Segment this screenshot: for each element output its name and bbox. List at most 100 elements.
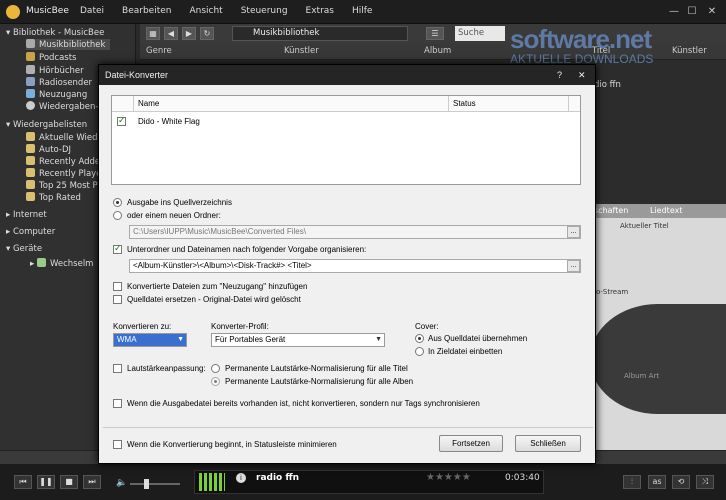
sidebar-item-radio[interactable]: Radiosender (26, 77, 92, 88)
minimize-icon[interactable]: — (666, 5, 682, 19)
sidebar-item-podcasts[interactable]: Podcasts (26, 52, 77, 63)
repeat-icon[interactable]: ⟲ (672, 475, 690, 489)
sidebar-item-music-library[interactable]: Musikbibliothek (26, 39, 110, 50)
menu-bearbeiten[interactable]: Bearbeiten (122, 6, 171, 16)
app-title: MusicBee (26, 6, 69, 16)
dialog-body: Name Status Dido - White Flag Ausgabe in… (103, 85, 593, 461)
output-new-folder-radio[interactable] (113, 211, 122, 220)
stop-icon[interactable]: ■ (60, 475, 78, 489)
grid-view-icon[interactable]: ▦ (146, 27, 160, 40)
column-status[interactable]: Status (448, 96, 480, 111)
tree-playlists-header[interactable]: ▾ Wiedergabelisten (6, 120, 87, 130)
tab-properties[interactable]: schaften (594, 206, 628, 215)
output-path-field[interactable]: C:\Users\IUPP\Music\MusicBee\Converted F… (129, 225, 581, 239)
playlist-item[interactable]: Aktuelle Wied (26, 132, 98, 143)
continue-button[interactable]: Fortsetzen (439, 435, 503, 452)
view-mode-icon[interactable]: ☰ (426, 27, 444, 40)
shuffle-icon[interactable]: ⤨ (696, 475, 714, 489)
playlist-item[interactable]: Recently Adde (26, 156, 100, 167)
column-album[interactable]: Album (424, 46, 451, 56)
cover-from-source-radio[interactable] (415, 334, 424, 343)
dialog-divider (103, 427, 593, 428)
playlist-item[interactable]: Auto-DJ (26, 144, 71, 155)
title-bar: MusicBee Datei Bearbeiten Ansicht Steuer… (0, 0, 726, 24)
normalize-albums-radio[interactable] (211, 377, 220, 386)
equalizer-icon[interactable]: ⫶ (623, 475, 641, 489)
current-title-label: Aktueller Titel (620, 222, 669, 230)
file-row-name[interactable]: Dido - White Flag (138, 117, 200, 126)
now-playing-station: radio ffn (256, 473, 300, 483)
column-genre[interactable]: Genre (146, 46, 172, 56)
playlist-item[interactable]: Top 25 Most P (26, 180, 98, 191)
cover-label: Cover: (415, 322, 439, 331)
volume-handle[interactable] (144, 479, 149, 489)
browse-pattern-button[interactable]: ... (567, 260, 580, 272)
output-source-radio[interactable] (113, 198, 122, 207)
menu-ansicht[interactable]: Ansicht (189, 6, 222, 16)
radio-icon (26, 77, 35, 86)
convert-to-label: Konvertieren zu: (113, 322, 172, 331)
clock-icon (26, 101, 35, 110)
forward-icon[interactable]: ▶ (182, 27, 196, 40)
close-button[interactable]: Schließen (515, 435, 581, 452)
tree-internet[interactable]: ▸ Internet (6, 210, 47, 220)
sidebar-item-history[interactable]: Wiedergaben- (26, 101, 98, 112)
menu-bar: Datei Bearbeiten Ansicht Steuerung Extra… (80, 6, 372, 16)
close-icon[interactable]: ✕ (578, 65, 586, 85)
info-icon[interactable]: i (236, 473, 246, 483)
now-playing-display (194, 470, 544, 494)
right-panel-tabs: schaften Liedtext (590, 204, 726, 218)
volume-adjust-checkbox[interactable] (113, 364, 122, 373)
tab-lyrics[interactable]: Liedtext (650, 206, 682, 215)
time-display: 0:03:40 (505, 473, 540, 483)
sidebar-item-inbox[interactable]: Neuzugang (26, 89, 87, 100)
maximize-icon[interactable]: ☐ (684, 5, 700, 19)
library-icon (26, 39, 35, 48)
browse-output-button[interactable]: ... (567, 226, 580, 238)
next-icon[interactable]: ⏭ (83, 475, 101, 489)
cover-embed-radio[interactable] (415, 347, 424, 356)
device-item[interactable]: ▸ Wechselm (30, 258, 93, 269)
close-window-icon[interactable]: ✕ (704, 5, 720, 19)
tree-library-header[interactable]: ▾ Bibliothek - MusicBee (6, 28, 104, 38)
format-select[interactable]: WMA ▼ (113, 333, 187, 347)
playlist-item[interactable]: Recently Playe (26, 168, 101, 179)
back-icon[interactable]: ◀ (164, 27, 178, 40)
rating-stars[interactable]: ★★★★★ (426, 472, 471, 483)
add-inbox-checkbox[interactable] (113, 282, 122, 291)
profile-select[interactable]: Für Portables Gerät ▼ (211, 333, 385, 347)
normalize-tracks-radio[interactable] (211, 364, 220, 373)
inbox-icon (26, 89, 35, 98)
volume-icon[interactable]: 🔈 (116, 478, 127, 488)
organize-pattern-field[interactable]: <Album-Künstler>\<Album>\<Disk-Track#> <… (129, 259, 581, 273)
column-name[interactable]: Name (138, 99, 159, 108)
column-artist[interactable]: Künstler (284, 46, 319, 56)
volume-slider[interactable] (130, 483, 180, 485)
column-artist-2[interactable]: Künstler (672, 46, 707, 56)
menu-extras[interactable]: Extras (306, 6, 334, 16)
dialog-title: Datei-Konverter ? ✕ (99, 65, 595, 85)
menu-steuerung[interactable]: Steuerung (241, 6, 288, 16)
tree-devices[interactable]: ▾ Geräte (6, 244, 42, 254)
pause-icon[interactable]: ❚❚ (37, 475, 55, 489)
help-icon[interactable]: ? (557, 65, 562, 85)
menu-hilfe[interactable]: Hilfe (352, 6, 372, 16)
search-input[interactable]: Suche (455, 26, 505, 41)
file-list[interactable]: Name Status Dido - White Flag (111, 95, 581, 185)
playlist-item[interactable]: Top Rated (26, 192, 81, 203)
file-row-checkbox[interactable] (117, 115, 126, 126)
breadcrumb[interactable]: Musikbibliothek (232, 26, 408, 41)
sidebar-item-audiobooks[interactable]: Hörbücher (26, 65, 84, 76)
refresh-icon[interactable]: ↻ (200, 27, 214, 40)
replace-source-checkbox[interactable] (113, 295, 122, 304)
minimize-checkbox[interactable] (113, 440, 122, 449)
menu-datei[interactable]: Datei (80, 6, 104, 16)
skip-existing-checkbox[interactable] (113, 399, 122, 408)
stream-label: io-Stream (594, 288, 629, 296)
previous-icon[interactable]: ⏮ (14, 475, 32, 489)
cover-from-source-label: Aus Quelldatei übernehmen (428, 334, 528, 343)
scrobble-icon[interactable]: as (648, 475, 666, 489)
playlist-icon (26, 144, 35, 153)
tree-computer[interactable]: ▸ Computer (6, 227, 55, 237)
organize-checkbox[interactable] (113, 243, 122, 254)
